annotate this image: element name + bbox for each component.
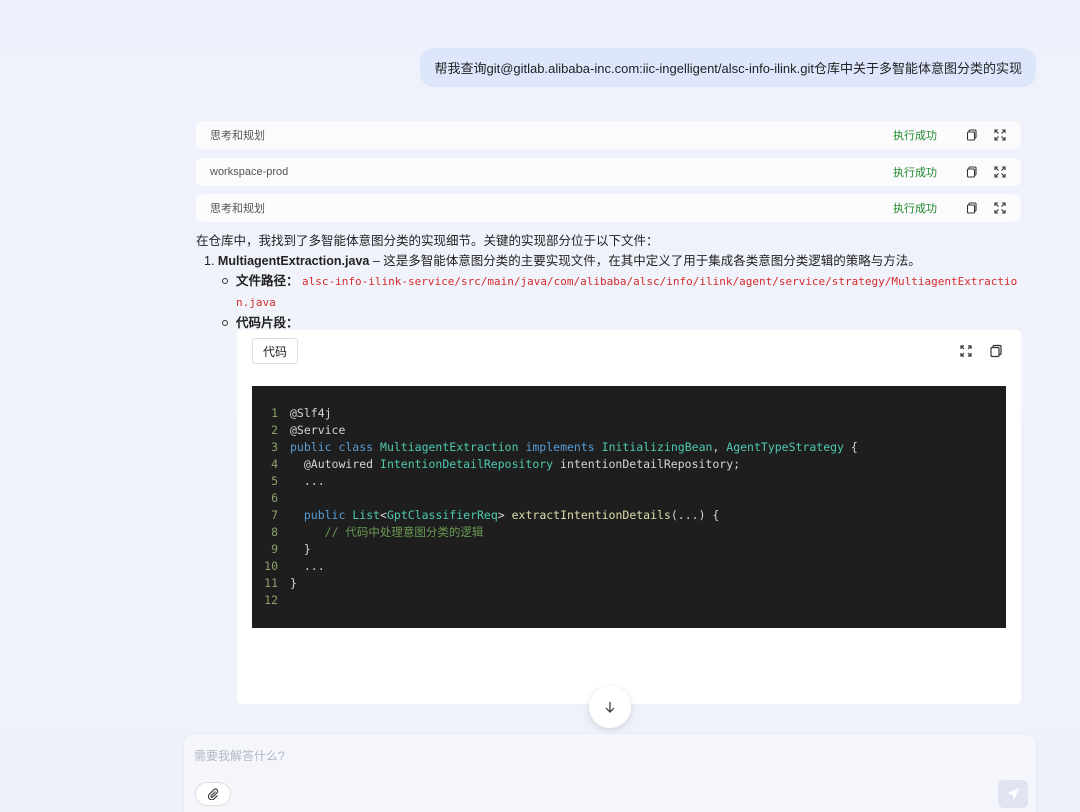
assistant-answer: 在仓库中，我找到了多智能体意图分类的实现细节。关键的实现部分位于以下文件： 1.… <box>196 231 1026 333</box>
code-line: 12 <box>264 593 278 607</box>
attach-button[interactable] <box>195 782 231 806</box>
copy-code-icon[interactable] <box>989 344 1003 363</box>
copy-icon[interactable] <box>965 201 979 215</box>
code-line: 3 public class MultiagentExtraction imple… <box>271 440 858 454</box>
bullet-icon <box>222 320 228 326</box>
answer-intro: 在仓库中，我找到了多智能体意图分类的实现细节。关键的实现部分位于以下文件： <box>196 234 659 248</box>
answer-list-item: 1. MultiagentExtraction.java – 这是多智能体意图分… <box>196 251 1026 271</box>
code-tab[interactable]: 代码 <box>252 338 299 364</box>
step-row-thinking-1[interactable]: 思考和规划 执行成功 <box>196 121 1021 149</box>
file-path-value: alsc-info-ilink-service/src/main/java/co… <box>236 275 1018 309</box>
step-label: 思考和规划 <box>210 203 265 215</box>
step-label: 思考和规划 <box>210 130 265 142</box>
user-message-bubble: 帮我查询git@gitlab.alibaba-inc.com:iic-ingel… <box>420 48 1036 87</box>
code-line: 11} <box>264 576 297 590</box>
step-status: 执行成功 <box>893 130 937 142</box>
copy-icon[interactable] <box>965 128 979 142</box>
code-line: 9 } <box>271 542 311 556</box>
snippet-label: 代码片段： <box>236 316 299 330</box>
expand-icon[interactable] <box>993 165 1007 179</box>
list-number: 1. <box>204 254 215 268</box>
file-name: MultiagentExtraction.java <box>217 254 370 268</box>
chat-input[interactable] <box>194 746 894 766</box>
code-line: 7 public List<GptClassifierReq> extractI… <box>271 508 720 522</box>
step-row-thinking-2[interactable]: 思考和规划 执行成功 <box>196 194 1021 222</box>
step-row-workspace[interactable]: workspace-prod 执行成功 <box>196 158 1021 186</box>
code-line: 5 ... <box>271 474 325 488</box>
code-line: 8 // 代码中处理意图分类的逻辑 <box>271 525 484 539</box>
chat-input-box <box>183 733 1037 812</box>
step-status: 执行成功 <box>893 167 937 179</box>
step-status: 执行成功 <box>893 203 937 215</box>
code-editor: 1 @Slf4j 2 @Service 3 public class Multiage… <box>252 386 1006 628</box>
step-label: workspace-prod <box>210 166 289 178</box>
scroll-down-button[interactable] <box>589 686 631 728</box>
send-button[interactable] <box>998 780 1028 808</box>
copy-icon[interactable] <box>965 165 979 179</box>
file-description: – 这是多智能体意图分类的主要实现文件，在其中定义了用于集成各类意图分类逻辑的策… <box>369 254 921 268</box>
code-line: 1 @Slf4j <box>271 406 332 420</box>
code-line: 10 ... <box>264 559 325 573</box>
bullet-icon <box>222 278 228 284</box>
arrow-down-icon <box>605 702 615 713</box>
path-label: 文件路径： <box>236 274 299 288</box>
fullscreen-icon[interactable] <box>959 344 973 363</box>
code-card: 代码 1 @Slf4j 2 @Service 3 public class Multi… <box>237 330 1021 704</box>
expand-icon[interactable] <box>993 128 1007 142</box>
code-line: 4 @Autowired IntentionDetailRepository i… <box>271 457 741 471</box>
file-path-item: 文件路径： alsc-info-ilink-service/src/main/j… <box>196 271 1026 313</box>
expand-icon[interactable] <box>993 201 1007 215</box>
paperclip-icon <box>207 788 219 800</box>
code-line: 2 @Service <box>271 423 346 437</box>
code-line: 6 <box>271 491 278 505</box>
send-icon <box>1007 788 1019 800</box>
